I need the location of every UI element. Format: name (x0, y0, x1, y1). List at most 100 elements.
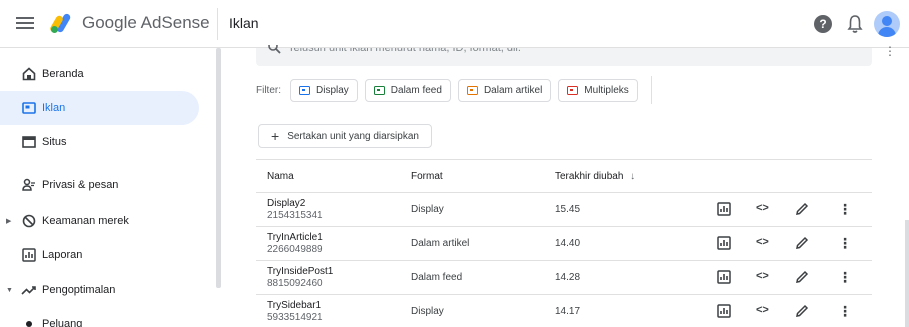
ads-icon (20, 99, 38, 117)
sidebar-item-label: Pengoptimalan (42, 284, 116, 296)
more-vert-icon[interactable]: ⋮ (838, 269, 852, 285)
home-icon (20, 65, 38, 83)
filter-label: Filter: (256, 84, 281, 96)
notifications-bell-icon[interactable] (847, 14, 863, 34)
sidebar-item-iklan[interactable]: Iklan (0, 91, 199, 125)
ad-unit-name[interactable]: TryInArticle1 (267, 232, 323, 243)
sidebar-item-label: Beranda (42, 68, 84, 80)
report-icon[interactable] (717, 202, 731, 216)
brand-product: AdSense (140, 13, 210, 32)
ad-unit-modified: 15.45 (555, 204, 581, 215)
collapse-caret-icon[interactable]: ▼ (6, 287, 13, 294)
column-header-label: Terakhir diubah (555, 171, 624, 182)
table-row[interactable]: TryInArticle1 2266049889 Dalam artikel 1… (256, 227, 872, 261)
multiplex-ad-icon (567, 85, 579, 95)
sidebar-item-privasi[interactable]: Privasi & pesan (0, 168, 199, 202)
column-header-terakhir-diubah[interactable]: Terakhir diubah ↓ (555, 171, 635, 182)
adsense-logo-icon (50, 13, 71, 33)
ad-unit-id: 5933514921 (267, 312, 323, 323)
ad-unit-id: 2154315341 (267, 210, 323, 221)
ad-unit-name[interactable]: TryInsidePost1 (267, 266, 333, 277)
expand-caret-icon[interactable]: ▶ (6, 217, 11, 225)
main-content: Telusuri unit iklan menurut nama, ID, fo… (222, 44, 909, 327)
edit-pencil-icon[interactable] (795, 304, 809, 318)
dot-icon (20, 315, 38, 327)
ad-unit-modified: 14.28 (555, 272, 581, 283)
get-code-icon[interactable]: <> (756, 202, 770, 216)
sidebar-item-label: Iklan (42, 102, 66, 114)
brand-logo[interactable]: Google AdSense (50, 12, 210, 34)
edit-pencil-icon[interactable] (795, 236, 809, 250)
column-header-format[interactable]: Format (411, 171, 443, 182)
ad-unit-name-cell: Display2 2154315341 (267, 198, 323, 222)
sidebar-item-label: Keamanan merek (42, 215, 129, 227)
main-menu-button[interactable] (16, 14, 34, 34)
sidebar-item-situs[interactable]: Situs (0, 125, 199, 159)
ad-unit-id: 8815092460 (267, 278, 323, 289)
search-bar[interactable]: Telusuri unit iklan menurut nama, ID, fo… (256, 44, 896, 66)
search-more-vert-icon[interactable]: ⋮ (884, 44, 896, 58)
report-icon[interactable] (717, 304, 731, 318)
more-vert-icon[interactable]: ⋮ (838, 235, 852, 251)
table-row[interactable]: TryInsidePost1 8815092460 Dalam feed 14.… (256, 261, 872, 295)
report-icon[interactable] (717, 270, 731, 284)
in-article-ad-icon (466, 85, 478, 95)
ad-unit-id: 2266049889 (267, 244, 323, 255)
report-icon[interactable] (717, 236, 731, 250)
ad-unit-format: Dalam artikel (411, 238, 470, 249)
ad-unit-format: Dalam feed (411, 272, 463, 283)
sidebar-item-pengoptimalan[interactable]: ▼ Pengoptimalan (0, 273, 199, 307)
filter-chip-multipleks[interactable]: Multipleks (558, 78, 638, 102)
ad-unit-name-cell: TryInsidePost1 8815092460 (267, 266, 333, 290)
edit-pencil-icon[interactable] (795, 270, 809, 284)
in-feed-ad-icon (373, 85, 385, 95)
page-title: Iklan (229, 15, 259, 31)
sidebar-item-beranda[interactable]: Beranda (0, 57, 199, 91)
get-code-icon[interactable]: <> (756, 236, 770, 250)
account-avatar[interactable] (874, 11, 900, 37)
filter-row: Filter: Display Dalam feed Dalam artikel… (256, 76, 652, 104)
search-icon (268, 45, 281, 54)
more-vert-icon[interactable]: ⋮ (838, 303, 852, 319)
sidebar-item-keamanan-merek[interactable]: ▶ Keamanan merek (0, 204, 199, 238)
filter-divider (650, 76, 652, 104)
table-row[interactable]: TrySidebar1 5933514921 Display 14.17 <> … (256, 295, 872, 327)
plus-icon: + (271, 128, 280, 144)
more-vert-icon[interactable]: ⋮ (838, 201, 852, 217)
sidebar-item-label: Peluang (42, 318, 83, 327)
sidebar-item-label: Privasi & pesan (42, 179, 119, 191)
adsense-app: Google AdSense Iklan ? Beranda Iklan Sit… (0, 0, 909, 327)
filter-chip-dalam-artikel[interactable]: Dalam artikel (457, 78, 552, 102)
include-archived-label: Sertakan unit yang diarsipkan (287, 130, 419, 142)
chip-label: Dalam artikel (483, 84, 543, 96)
get-code-icon[interactable]: <> (756, 304, 770, 318)
chip-label: Dalam feed (390, 84, 442, 96)
ad-unit-modified: 14.40 (555, 238, 581, 249)
sidebar-item-label: Laporan (42, 249, 83, 261)
column-header-nama[interactable]: Nama (267, 171, 294, 182)
include-archived-button[interactable]: + Sertakan unit yang diarsipkan (258, 124, 432, 148)
sidebar-item-laporan[interactable]: Laporan (0, 238, 199, 272)
sidebar-item-peluang[interactable]: Peluang (0, 307, 199, 327)
get-code-icon[interactable]: <> (756, 270, 770, 284)
filter-chip-dalam-feed[interactable]: Dalam feed (364, 78, 451, 102)
display-ad-icon (299, 85, 310, 95)
ad-unit-name[interactable]: Display2 (267, 198, 305, 209)
ad-unit-format: Display (411, 306, 444, 317)
ad-unit-modified: 14.17 (555, 306, 581, 317)
ad-unit-format: Display (411, 204, 444, 215)
topbar-divider (217, 8, 218, 40)
filter-chip-display[interactable]: Display (290, 78, 358, 102)
brand-name: Google AdSense (82, 13, 210, 33)
top-app-bar: Google AdSense Iklan ? (0, 0, 909, 48)
ad-unit-name[interactable]: TrySidebar1 (267, 300, 321, 311)
sidebar-scrollbar[interactable] (216, 48, 221, 288)
sort-down-arrow-icon: ↓ (630, 171, 636, 182)
table-row[interactable]: Display2 2154315341 Display 15.45 <> ⋮ (256, 193, 872, 227)
edit-pencil-icon[interactable] (795, 202, 809, 216)
page-scrollbar[interactable] (905, 220, 909, 327)
ad-unit-name-cell: TrySidebar1 5933514921 (267, 300, 323, 324)
table-header: Nama Format Terakhir diubah ↓ (256, 159, 872, 193)
chip-label: Display (316, 84, 349, 96)
help-icon[interactable]: ? (814, 15, 832, 33)
